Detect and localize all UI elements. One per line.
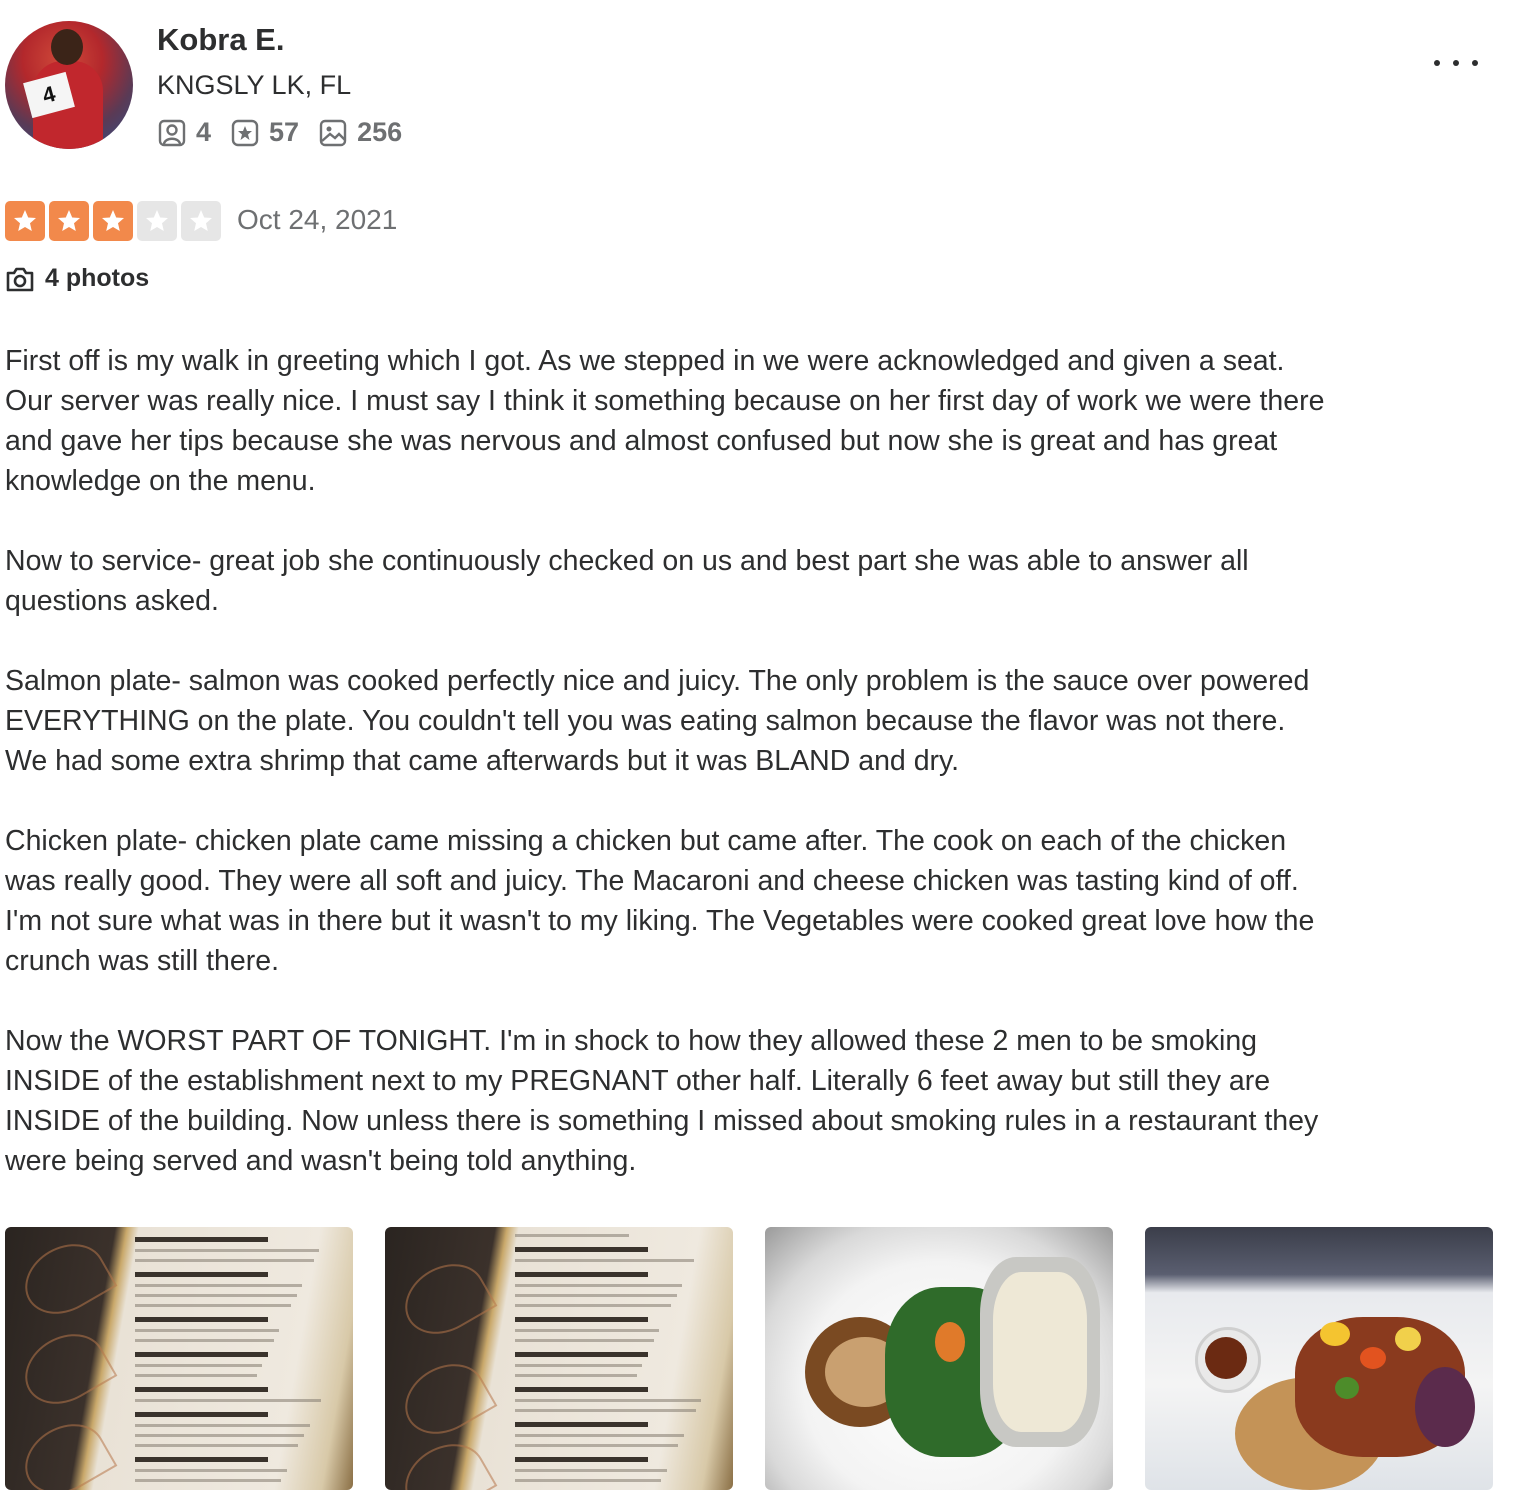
review-paragraph: First off is my walk in greeting which I… (5, 345, 1325, 497)
reviews-stat: 57 (231, 117, 299, 148)
menu-photo-1[interactable] (5, 1227, 353, 1490)
friends-stat: 4 (158, 117, 211, 148)
photo-icon (319, 119, 347, 146)
star-rating (5, 201, 225, 241)
photos-link[interactable]: 4 photos (5, 264, 149, 293)
friends-icon (158, 119, 186, 146)
rating-star-icon (181, 201, 221, 241)
friends-count: 4 (196, 117, 212, 147)
user-stats: 4 57 256 (158, 117, 422, 148)
review-paragraph: Now the WORST PART OF TONIGHT. I'm in sh… (5, 1025, 1319, 1177)
avatar-head (51, 29, 83, 65)
review-paragraph: Now to service- great job she continuous… (5, 545, 1249, 617)
rating-star-icon (137, 201, 177, 241)
reviews-count: 57 (269, 117, 300, 147)
rating-star-icon (93, 201, 133, 241)
review-date: Oct 24, 2021 (237, 204, 398, 235)
rating-star-icon (49, 201, 89, 241)
user-location: KNGSLY LK, FL (157, 70, 352, 100)
review-star-icon (231, 119, 259, 146)
photos-count: 256 (357, 117, 403, 147)
photos-stat: 256 (319, 117, 402, 148)
avatar[interactable]: 4 (5, 21, 133, 149)
review-paragraph: Chicken plate- chicken plate came missin… (5, 825, 1315, 977)
review-body: First off is my walk in greeting which I… (5, 341, 1335, 1221)
rating-star-icon (5, 201, 45, 241)
review-paragraph: Salmon plate- salmon was cooked perfectl… (5, 665, 1310, 777)
chicken-plate-photo[interactable] (765, 1227, 1113, 1490)
photos-link-label: 4 photos (45, 264, 150, 292)
menu-photo-2[interactable] (385, 1227, 733, 1490)
camera-icon (6, 267, 34, 291)
salmon-plate-photo[interactable] (1145, 1227, 1493, 1490)
user-name[interactable]: Kobra E. (157, 22, 284, 58)
more-options-icon[interactable] (1428, 42, 1484, 82)
